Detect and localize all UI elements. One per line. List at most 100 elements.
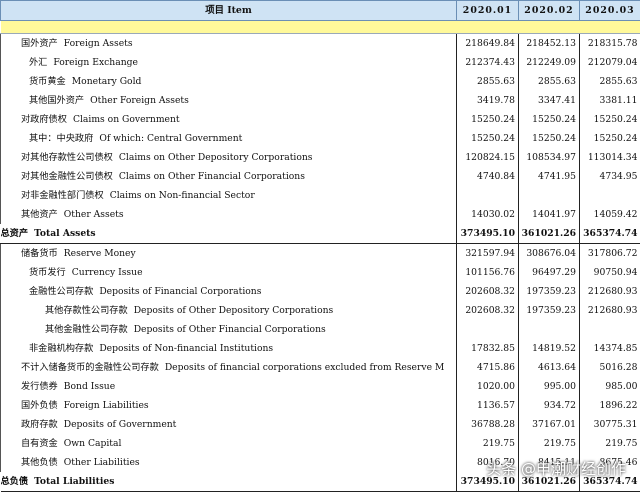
value-cell: 2855.63 — [580, 72, 640, 91]
value-cell — [519, 186, 580, 205]
value-cell: 4715.86 — [457, 358, 519, 377]
value-cell: 373495.10 — [457, 224, 519, 244]
value-cell: 30775.31 — [580, 415, 640, 434]
row-label: 对其他存款性公司债权Claims on Other Depository Cor… — [1, 148, 457, 167]
table-row: 金融性公司存款 Deposits of Financial Corporation… — [1, 282, 640, 301]
row-label-en: Foreign Assets — [64, 38, 133, 49]
row-label: 其他金融性公司存款Deposits of Other Financial Cor… — [1, 320, 457, 339]
row-label-zh: 其他金融性公司存款 — [45, 324, 128, 335]
row-label-en: Foreign Exchange — [53, 57, 138, 68]
value-cell: 202608.32 — [457, 301, 519, 320]
value-cell: 113014.34 — [580, 148, 640, 167]
table-row: 国外资产Foreign Assets218649.84218452.132183… — [1, 34, 640, 54]
table-row: 不计入储备货币的金融性公司存款 Deposits of financial cor… — [1, 358, 640, 377]
spacer-row — [1, 21, 640, 34]
table-row: 外汇Foreign Exchange212374.43212249.092120… — [1, 53, 640, 72]
header-col-2: 2020.02 — [519, 1, 580, 21]
row-label-zh: 不计入储备货币的金融性公司存款 — [21, 362, 159, 373]
header-item: 项目 Item — [1, 1, 457, 21]
row-label-zh: 金融性公司存款 — [29, 286, 93, 297]
value-cell: 934.72 — [519, 396, 580, 415]
value-cell: 985.00 — [580, 377, 640, 396]
value-cell: 15250.24 — [519, 129, 580, 148]
row-label: 非金融机构存款Deposits of Non-financial Institu… — [1, 339, 457, 358]
value-cell: 3347.41 — [519, 91, 580, 110]
value-cell: 96497.29 — [519, 263, 580, 282]
value-cell: 1020.00 — [457, 377, 519, 396]
value-cell: 2855.63 — [457, 72, 519, 91]
value-cell: 14059.42 — [580, 205, 640, 224]
value-cell: 197359.23 — [519, 301, 580, 320]
value-cell: 219.75 — [457, 434, 519, 453]
header-row: 项目 Item 2020.01 2020.02 2020.03 — [1, 1, 640, 21]
value-cell: 4741.95 — [519, 167, 580, 186]
value-cell: 321597.94 — [457, 244, 519, 264]
row-label-en: Claims on Other Depository Corporations — [119, 152, 313, 163]
row-label-en: Claims on Other Financial Corporations — [119, 171, 305, 182]
row-label-en: Deposits of Financial Corporations — [99, 286, 261, 297]
row-label-zh: 储备货币 — [21, 248, 58, 259]
table-row: 非金融机构存款Deposits of Non-financial Institu… — [1, 339, 640, 358]
row-label-en: Own Capital — [64, 438, 122, 449]
row-label: 其他资产Other Assets — [1, 205, 457, 224]
row-label-en: Deposits of financial corporations exclu… — [165, 362, 445, 373]
value-cell: 15250.24 — [457, 110, 519, 129]
header-col-3: 2020.03 — [580, 1, 640, 21]
row-label: 其他存款性公司存款Deposits of Other Depository Co… — [1, 301, 457, 320]
row-label-zh: 货币发行 — [29, 267, 66, 278]
row-label-en: Other Liabilities — [64, 457, 140, 468]
value-cell: 37167.01 — [519, 415, 580, 434]
row-label-en: Bond Issue — [64, 381, 115, 392]
value-cell: 101156.76 — [457, 263, 519, 282]
row-label-en: Monetary Gold — [72, 76, 142, 87]
value-cell: 1136.57 — [457, 396, 519, 415]
balance-sheet-table: 项目 Item 2020.01 2020.02 2020.03 国外资产Fore… — [0, 0, 640, 492]
value-cell: 361021.26 — [519, 224, 580, 244]
value-cell: 212374.43 — [457, 53, 519, 72]
value-cell — [457, 186, 519, 205]
value-cell: 308676.04 — [519, 244, 580, 264]
value-cell: 212249.09 — [519, 53, 580, 72]
value-cell: 3419.78 — [457, 91, 519, 110]
row-label-zh: 对政府债权 — [21, 114, 67, 125]
value-cell: 15250.24 — [457, 129, 519, 148]
row-label-en: Deposits of Government — [64, 419, 177, 430]
row-label: 其他负债Other Liabilities — [1, 453, 457, 472]
row-label-zh: 外汇 — [29, 57, 47, 68]
value-cell: 2855.63 — [519, 72, 580, 91]
value-cell: 14030.02 — [457, 205, 519, 224]
row-label-en: Other Foreign Assets — [90, 95, 189, 106]
value-cell — [457, 320, 519, 339]
row-label: 金融性公司存款 Deposits of Financial Corporation… — [1, 282, 457, 301]
value-cell: 218649.84 — [457, 34, 519, 54]
value-cell: 3381.11 — [580, 91, 640, 110]
row-label: 货币黄金Monetary Gold — [1, 72, 457, 91]
value-cell: 17832.85 — [457, 339, 519, 358]
row-label: 发行债券Bond Issue — [1, 377, 457, 396]
row-label-en: Deposits of Non-financial Institutions — [99, 343, 273, 354]
row-label: 外汇 Foreign Exchange — [1, 53, 457, 72]
row-label: 储备货币Reserve Money — [1, 244, 457, 264]
watermark: 头条 @申潮财经创作 — [486, 458, 626, 479]
row-label: 货币发行 Currency Issue — [1, 263, 457, 282]
value-cell: 212680.93 — [580, 301, 640, 320]
row-label-en: Total Liabilities — [34, 476, 114, 487]
row-label-zh: 国外负债 — [21, 400, 58, 411]
value-cell: 1896.22 — [580, 396, 640, 415]
table-row: 其他金融性公司存款Deposits of Other Financial Cor… — [1, 320, 640, 339]
table-row: 自有资金Own Capital219.75219.75219.75 — [1, 434, 640, 453]
table-row: 发行债券Bond Issue1020.00995.00985.00 — [1, 377, 640, 396]
value-cell: 317806.72 — [580, 244, 640, 264]
row-label-en: Total Assets — [34, 228, 96, 239]
row-label-en: Currency Issue — [72, 267, 143, 278]
table-row: 其中：中央政府Of which: Central Government15250… — [1, 129, 640, 148]
header-col-1: 2020.01 — [457, 1, 519, 21]
value-cell: 4734.95 — [580, 167, 640, 186]
balance-sheet: 项目 Item 2020.01 2020.02 2020.03 国外资产Fore… — [0, 0, 640, 489]
value-cell: 14374.85 — [580, 339, 640, 358]
value-cell: 202608.32 — [457, 282, 519, 301]
row-label-zh: 其他资产 — [21, 209, 58, 220]
table-row: 其他国外资产Other Foreign Assets3419.783347.41… — [1, 91, 640, 110]
row-label-en: Claims on Non-financial Sector — [110, 190, 255, 201]
value-cell: 15250.24 — [580, 110, 640, 129]
